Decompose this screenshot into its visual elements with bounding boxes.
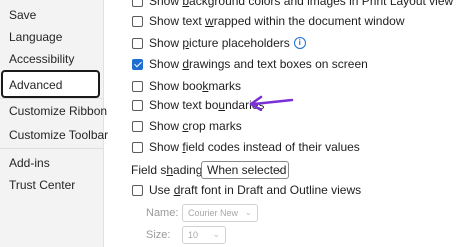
option-show-picture-placeholders[interactable]: Show picture placeholders i xyxy=(132,35,306,51)
option-show-background-colors[interactable]: Show background colors and images in Pri… xyxy=(132,0,453,9)
font-name-select[interactable]: Courier New ⌄ xyxy=(182,204,258,222)
checkbox[interactable] xyxy=(132,99,143,111)
advanced-options-panel: Show background colors and images in Pri… xyxy=(104,0,474,247)
checkbox[interactable] xyxy=(132,15,143,27)
option-label: Show field codes instead of their values xyxy=(149,140,360,154)
info-icon[interactable]: i xyxy=(293,37,306,49)
sidebar-item-advanced[interactable]: Advanced xyxy=(9,78,62,92)
option-label: Show background colors and images in Pri… xyxy=(149,0,454,8)
sidebar-item-customize-toolbar[interactable]: Customize Toolbar xyxy=(9,128,108,142)
option-show-drawings[interactable]: Show drawings and text boxes on screen xyxy=(132,56,368,72)
sidebar-item-language[interactable]: Language xyxy=(9,30,62,44)
sidebar-item-add-ins[interactable]: Add-ins xyxy=(9,156,50,170)
option-label: Show crop marks xyxy=(149,119,242,133)
font-name-value: Courier New xyxy=(188,208,239,218)
sidebar-divider xyxy=(0,98,103,99)
sidebar-item-customize-ribbon[interactable]: Customize Ribbon xyxy=(9,104,107,118)
checkbox[interactable] xyxy=(132,80,143,92)
sidebar-item-save[interactable]: Save xyxy=(9,8,36,22)
font-size-select[interactable]: 10 ⌄ xyxy=(182,226,226,244)
font-size-value: 10 xyxy=(188,230,199,240)
checkbox-checked[interactable] xyxy=(132,58,143,70)
field-shading-select[interactable]: When selected ⌄ xyxy=(201,161,289,179)
option-show-crop-marks[interactable]: Show crop marks xyxy=(132,118,242,134)
checkbox[interactable] xyxy=(132,37,143,49)
font-name-label: Name: xyxy=(146,207,179,219)
option-label: Show drawings and text boxes on screen xyxy=(149,57,368,71)
option-label: Use draft font in Draft and Outline view… xyxy=(149,183,362,197)
checkbox[interactable] xyxy=(132,141,143,153)
option-draft-font[interactable]: Use draft font in Draft and Outline view… xyxy=(132,182,361,198)
chevron-down-icon: ⌄ xyxy=(212,229,220,239)
option-show-field-codes[interactable]: Show field codes instead of their values xyxy=(132,139,360,155)
sidebar-divider xyxy=(0,148,103,149)
checkbox[interactable] xyxy=(132,120,143,132)
chevron-down-icon: ⌄ xyxy=(275,164,283,174)
chevron-down-icon: ⌄ xyxy=(244,207,252,217)
options-sidebar: Save Language Accessibility Advanced Cus… xyxy=(0,0,108,247)
sidebar-item-trust-center[interactable]: Trust Center xyxy=(9,178,75,192)
option-label: Show text wrapped within the document wi… xyxy=(149,14,405,28)
checkbox[interactable] xyxy=(132,184,143,196)
option-label: Show picture placeholders xyxy=(149,36,290,50)
font-size-label: Size: xyxy=(146,229,171,241)
option-label: Show bookmarks xyxy=(149,79,242,93)
field-shading-label: Field shading: xyxy=(131,163,206,177)
annotation-arrow-icon xyxy=(249,95,294,111)
option-show-bookmarks[interactable]: Show bookmarks xyxy=(132,78,241,94)
option-show-text-wrapped[interactable]: Show text wrapped within the document wi… xyxy=(132,13,404,29)
checkbox[interactable] xyxy=(132,0,143,7)
sidebar-item-accessibility[interactable]: Accessibility xyxy=(9,52,74,66)
